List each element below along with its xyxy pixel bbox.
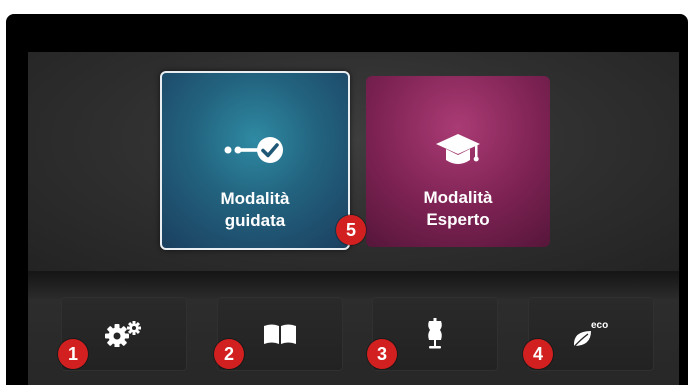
guided-mode-tile[interactable]: Modalità guidata (160, 71, 350, 250)
guided-mode-label: Modalità guidata (221, 188, 290, 248)
settings-gears-icon (105, 321, 141, 347)
callout-badge-1: 1 (58, 339, 88, 369)
screen-frame: Modalità guidata Modalità Esperto eco 1 … (6, 14, 688, 385)
expert-mode-label-line2: Esperto (426, 210, 490, 229)
guided-mode-label-line1: Modalità (220, 189, 290, 208)
divider (28, 271, 679, 299)
book-icon (264, 324, 296, 344)
dress-form-icon (428, 318, 442, 349)
callout-badge-5: 5 (336, 215, 366, 245)
guided-steps-icon (162, 135, 348, 165)
callout-badge-3: 3 (367, 339, 397, 369)
eco-icon-text: eco (591, 320, 608, 331)
eco-leaf-icon: eco (572, 320, 608, 349)
expert-mode-label: Modalità Esperto (424, 187, 493, 247)
callout-badge-2: 2 (214, 339, 244, 369)
callout-badge-4: 4 (523, 339, 553, 369)
guided-mode-label-line2: guidata (224, 211, 286, 230)
expert-mode-label-line1: Modalità (423, 188, 493, 207)
expert-mode-tile[interactable]: Modalità Esperto (366, 76, 550, 247)
graduation-cap-icon (366, 132, 550, 172)
